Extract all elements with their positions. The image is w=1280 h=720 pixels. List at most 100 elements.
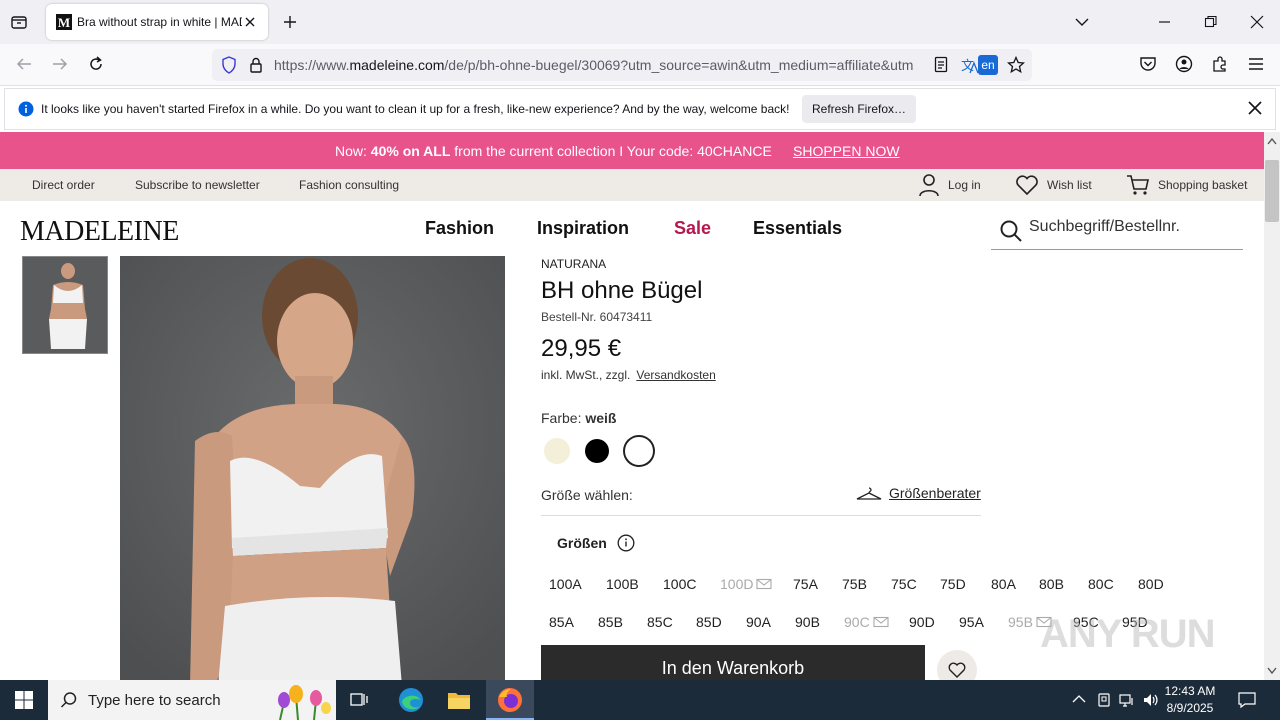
forward-icon[interactable] (51, 56, 69, 72)
size-option[interactable]: 90C (844, 614, 889, 630)
color-swatch[interactable] (625, 437, 653, 465)
size-option[interactable]: 85D (696, 614, 722, 630)
size-advisor-link[interactable]: Größenberater (855, 485, 981, 502)
info-circle-icon[interactable] (617, 534, 635, 552)
close-window-icon[interactable] (1250, 15, 1264, 29)
hamburger-menu-icon[interactable] (1247, 55, 1265, 73)
refresh-firefox-button[interactable]: Refresh Firefox… (802, 95, 916, 123)
system-clock[interactable]: 12:43 AM 8/9/2025 (1160, 683, 1220, 717)
edge-icon[interactable] (398, 687, 424, 713)
search-input[interactable] (1029, 218, 1239, 236)
search-box[interactable] (991, 213, 1243, 250)
translate-language-badge[interactable]: en (978, 55, 998, 75)
size-option[interactable]: 85C (647, 614, 673, 630)
size-option[interactable]: 75B (842, 576, 867, 592)
wishlist-link[interactable]: Wish list (1047, 178, 1092, 192)
size-option[interactable]: 85A (549, 614, 574, 630)
volume-icon[interactable] (1142, 692, 1160, 708)
lock-icon[interactable] (249, 56, 263, 74)
size-label: 85B (598, 614, 623, 630)
nav-fashion[interactable]: Fashion (425, 218, 494, 239)
restore-icon[interactable] (1204, 15, 1218, 29)
madeleine-logo[interactable]: MADELEINE (20, 216, 179, 248)
size-option[interactable]: 90D (909, 614, 935, 630)
size-option[interactable]: 100C (663, 576, 696, 592)
list-all-tabs-chevron-icon[interactable] (1074, 15, 1090, 29)
color-swatch[interactable] (544, 438, 570, 464)
fashion-consulting-link[interactable]: Fashion consulting (299, 178, 399, 192)
login-link[interactable]: Log in (948, 178, 981, 192)
taskbar-search-box[interactable]: Type here to search (48, 680, 336, 720)
size-option[interactable]: 95A (959, 614, 984, 630)
envelope-notify-icon (756, 578, 773, 590)
notification-message: It looks like you haven't started Firefo… (41, 102, 790, 116)
close-tab-icon[interactable] (243, 15, 257, 29)
size-option[interactable]: 100D (720, 576, 773, 592)
bookmark-star-icon[interactable] (1007, 56, 1025, 74)
promo-banner[interactable]: Now: 40% on ALL from the current collect… (0, 132, 1264, 169)
size-label: 75A (793, 576, 818, 592)
size-option[interactable]: 80A (991, 576, 1016, 592)
show-hidden-icons-chevron-icon[interactable] (1072, 693, 1086, 705)
size-option[interactable]: 80C (1088, 576, 1114, 592)
scrollbar-thumb[interactable] (1265, 160, 1279, 222)
tracking-protection-shield-icon[interactable] (221, 56, 237, 74)
product-thumbnail[interactable] (22, 256, 108, 354)
extensions-icon[interactable] (1211, 55, 1229, 73)
color-swatch[interactable] (585, 439, 609, 463)
windows-start-icon[interactable] (15, 691, 33, 709)
size-option[interactable]: 90B (795, 614, 820, 630)
device-icon[interactable] (1096, 692, 1112, 708)
network-icon[interactable] (1119, 692, 1135, 708)
product-main-image[interactable] (120, 256, 505, 680)
size-option[interactable]: 100A (549, 576, 582, 592)
size-option[interactable]: 90A (746, 614, 771, 630)
reader-view-icon[interactable] (934, 56, 948, 74)
file-explorer-icon[interactable] (447, 689, 471, 711)
new-tab-icon[interactable] (282, 14, 298, 30)
address-bar[interactable]: https://www.madeleine.com/de/p/bh-ohne-b… (212, 49, 1032, 81)
newsletter-link[interactable]: Subscribe to newsletter (135, 178, 260, 192)
translate-icon[interactable]: 文 (960, 55, 980, 75)
shipping-costs-link[interactable]: Versandkosten (636, 368, 715, 382)
add-to-wishlist-button[interactable] (937, 650, 977, 680)
size-option[interactable]: 75C (891, 576, 917, 592)
size-option[interactable]: 85B (598, 614, 623, 630)
browser-tab[interactable]: M Bra without strap in white | MADELEINE (46, 4, 268, 40)
size-option[interactable]: 75D (940, 576, 966, 592)
pocket-icon[interactable] (1139, 55, 1157, 73)
heart-icon[interactable] (1015, 175, 1039, 195)
envelope-notify-icon (873, 616, 889, 628)
task-view-icon[interactable] (349, 690, 369, 710)
shop-now-link[interactable]: SHOPPEN NOW (793, 143, 900, 159)
close-notification-icon[interactable] (1248, 101, 1262, 115)
size-option[interactable]: 75A (793, 576, 818, 592)
scroll-up-icon[interactable] (1267, 137, 1277, 145)
account-icon[interactable] (1175, 55, 1193, 73)
scroll-down-icon[interactable] (1267, 667, 1277, 675)
shopping-basket-link[interactable]: Shopping basket (1158, 178, 1247, 192)
size-option[interactable]: 100B (606, 576, 639, 592)
back-icon[interactable] (15, 56, 33, 72)
shopping-cart-icon[interactable] (1126, 174, 1150, 196)
add-to-cart-button[interactable]: In den Warenkorb (541, 645, 925, 680)
tax-note: inkl. MwSt., zzgl. Versandkosten (541, 368, 716, 382)
size-option[interactable]: 80D (1138, 576, 1164, 592)
firefox-taskbar-button[interactable] (486, 680, 534, 720)
nav-essentials[interactable]: Essentials (753, 218, 842, 239)
search-icon[interactable] (999, 219, 1023, 243)
nav-inspiration[interactable]: Inspiration (537, 218, 629, 239)
size-option[interactable]: 80B (1039, 576, 1064, 592)
minimize-icon[interactable] (1158, 15, 1172, 29)
reload-icon[interactable] (87, 55, 105, 73)
tab-bar: M Bra without strap in white | MADELEINE (0, 0, 1280, 44)
watermark: ANY RUN (1040, 612, 1216, 656)
size-select-label: Größe wählen: (541, 487, 633, 503)
direct-order-link[interactable]: Direct order (32, 178, 95, 192)
user-icon[interactable] (918, 173, 940, 197)
url-text[interactable]: https://www.madeleine.com/de/p/bh-ohne-b… (274, 57, 924, 73)
tab-list-icon[interactable] (10, 13, 28, 31)
size-label: 75C (891, 576, 917, 592)
notification-center-icon[interactable] (1238, 691, 1256, 709)
nav-sale[interactable]: Sale (674, 218, 711, 239)
